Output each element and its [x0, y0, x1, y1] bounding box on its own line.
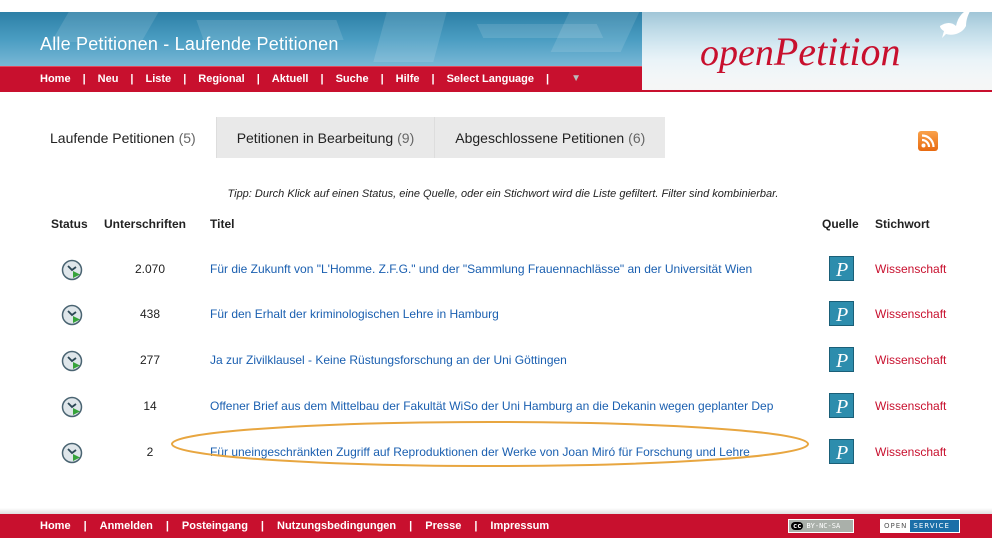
- filter-tip: Tipp: Durch Klick auf einen Status, eine…: [227, 188, 779, 200]
- svg-text:P: P: [835, 396, 848, 418]
- running-status-icon[interactable]: [61, 350, 83, 372]
- language-dropdown-arrow-icon[interactable]: ▼: [571, 73, 581, 84]
- svg-text:P: P: [835, 442, 848, 464]
- column-header-keyword[interactable]: Stichwort: [875, 217, 930, 231]
- nav-hilfe[interactable]: Hilfe: [396, 73, 420, 85]
- petition-title-link[interactable]: Für uneingeschränkten Zugriff auf Reprod…: [210, 445, 750, 459]
- footer-anmelden[interactable]: Anmelden: [100, 520, 153, 532]
- svg-text:P: P: [835, 259, 848, 281]
- signature-count: 277: [139, 353, 161, 367]
- signature-count: 438: [139, 307, 161, 321]
- footer-nutzungsbedingungen[interactable]: Nutzungsbedingungen: [277, 520, 396, 532]
- top-navigation: Home | Neu | Liste | Regional | Aktuell | Suc…: [0, 66, 642, 90]
- keyword-tag[interactable]: Wissenschaft: [875, 307, 946, 321]
- running-status-icon[interactable]: [61, 396, 83, 418]
- running-status-icon[interactable]: [61, 442, 83, 464]
- petition-title-link[interactable]: Ja zur Zivilklausel - Keine Rüstungsfors…: [210, 353, 567, 367]
- svg-text:P: P: [835, 304, 848, 326]
- open-service-badge[interactable]: OPEN SERVICE: [880, 519, 960, 533]
- select-language[interactable]: Select Language: [447, 73, 534, 85]
- column-header-status[interactable]: Status: [51, 217, 88, 231]
- nav-home[interactable]: Home: [40, 73, 71, 85]
- petition-title-link[interactable]: Für die Zukunft von "L'Homme. Z.F.G." un…: [210, 262, 752, 276]
- openpetition-source-icon[interactable]: P: [829, 393, 854, 418]
- footer-home[interactable]: Home: [40, 520, 71, 532]
- tab-laufende-petitionen[interactable]: Laufende Petitionen (5): [30, 117, 216, 158]
- creative-commons-badge[interactable]: cc BY-NC-SA: [788, 519, 854, 533]
- column-header-signatures[interactable]: Unterschriften: [104, 217, 186, 231]
- column-header-title[interactable]: Titel: [210, 217, 234, 231]
- rss-icon[interactable]: [918, 131, 938, 151]
- openpetition-source-icon[interactable]: P: [829, 256, 854, 281]
- petition-title-link[interactable]: Offener Brief aus dem Mittelbau der Faku…: [210, 399, 773, 413]
- footer-impressum[interactable]: Impressum: [490, 520, 549, 532]
- running-status-icon[interactable]: [61, 259, 83, 281]
- column-header-source[interactable]: Quelle: [822, 217, 859, 231]
- keyword-tag[interactable]: Wissenschaft: [875, 353, 946, 367]
- openpetition-source-icon[interactable]: P: [829, 347, 854, 372]
- signature-count: 2: [146, 445, 154, 459]
- footer-presse[interactable]: Presse: [425, 520, 461, 532]
- nav-liste[interactable]: Liste: [146, 73, 172, 85]
- svg-text:P: P: [835, 350, 848, 372]
- nav-regional[interactable]: Regional: [198, 73, 244, 85]
- page-title: Alle Petitionen - Laufende Petitionen: [40, 34, 339, 54]
- signature-count: 2.070: [134, 262, 166, 276]
- table-row: 2 Für uneingeschränkten Zugriff auf Repr…: [0, 439, 992, 498]
- openpetition-logo[interactable]: openPetition: [700, 28, 901, 75]
- dove-icon: [940, 8, 972, 38]
- page: Alle Petitionen - Laufende Petitionen Ho…: [0, 0, 992, 545]
- status-tabs: Laufende Petitionen (5) Petitionen in Bea…: [30, 117, 666, 158]
- tab-abgeschlossene-petitionen[interactable]: Abgeschlossene Petitionen (6): [434, 117, 666, 158]
- nav-neu[interactable]: Neu: [98, 73, 119, 85]
- tab-petitionen-in-bearbeitung[interactable]: Petitionen in Bearbeitung (9): [215, 117, 435, 158]
- openpetition-source-icon[interactable]: P: [829, 301, 854, 326]
- openpetition-source-icon[interactable]: P: [829, 439, 854, 464]
- keyword-tag[interactable]: Wissenschaft: [875, 445, 946, 459]
- nav-aktuell[interactable]: Aktuell: [272, 73, 309, 85]
- petition-title-link[interactable]: Für den Erhalt der kriminologischen Lehr…: [210, 307, 499, 321]
- nav-suche[interactable]: Suche: [336, 73, 369, 85]
- footer-posteingang[interactable]: Posteingang: [182, 520, 248, 532]
- running-status-icon[interactable]: [61, 304, 83, 326]
- signature-count: 14: [143, 399, 157, 413]
- keyword-tag[interactable]: Wissenschaft: [875, 399, 946, 413]
- keyword-tag[interactable]: Wissenschaft: [875, 262, 946, 276]
